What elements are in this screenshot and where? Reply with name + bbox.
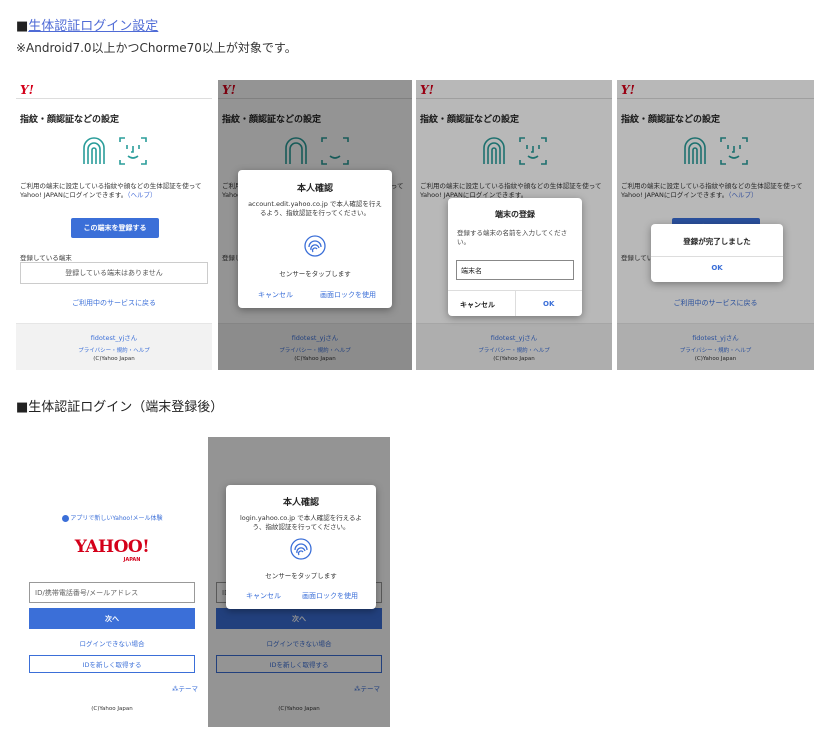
register-dialog: 端末の登録 登録する端末の名前を入力してください。 端末名 キャンセル OK (448, 198, 582, 316)
id-input[interactable]: ID/携帯電話番号/メールアドレス (29, 582, 195, 603)
screen-lock-button[interactable]: 画面ロックを使用 (320, 290, 376, 300)
dialog-title: 端末の登録 (495, 210, 535, 219)
footer-links[interactable]: プライバシー・規約・ヘルプ (16, 346, 212, 354)
dialog-title: 本人確認 (296, 184, 333, 194)
phone-register-screen: Y! 指紋・顔認証などの設定 ご利用の端末に設定している指紋や顔などの生体認証を… (416, 80, 612, 370)
page-title: 指紋・顔認証などの設定 (20, 115, 120, 125)
dialog-button-separator (515, 290, 516, 316)
user-name[interactable]: fidotest_yjさん (16, 332, 212, 342)
fingerprint-icon[interactable] (303, 234, 327, 258)
ok-button[interactable]: OK (651, 264, 783, 272)
dialog-title: 登録が完了しました (683, 237, 751, 246)
description: ご利用の端末に設定している指紋や顔などの生体認証を使ってYahoo! JAPAN… (20, 182, 202, 199)
cancel-button[interactable]: キャンセル (258, 290, 293, 300)
section-heading-biometric-setup: ■生体認証ログイン設定 (16, 15, 158, 34)
new-id-button[interactable]: IDを新しく取得する (29, 655, 195, 673)
dialog-body: account.edit.yahoo.co.jp で本人確認を行えるよう、指紋認… (248, 200, 382, 217)
dialog-button-divider (651, 256, 783, 257)
phone-verify-screen: Y! 指紋・顔認証などの設定 ご利用の端末に設定している指紋や顔などの生体認証を… (218, 80, 412, 370)
help-link[interactable]: （ヘルプ） (127, 191, 156, 199)
yahoo-logo: Y! (20, 83, 34, 97)
fingerprint-icon[interactable] (289, 537, 313, 561)
biometric-icons (83, 137, 147, 165)
promo-link[interactable]: アプリで新しいYahoo!メール体験 (16, 513, 208, 522)
back-to-service-link[interactable]: ご利用中のサービスに戻る (16, 298, 212, 308)
copyright: (C)Yahoo Japan (91, 706, 133, 712)
yahoo-japan-logo: YAHOO! (74, 537, 150, 557)
fingerprint-icon (83, 137, 105, 164)
face-id-icon (119, 137, 147, 165)
biometric-setup-link[interactable]: 生体認証ログイン設定 (28, 19, 158, 34)
screen-lock-button[interactable]: 画面ロックを使用 (302, 591, 358, 601)
cancel-button[interactable]: キャンセル (246, 591, 281, 601)
info-icon (61, 515, 69, 522)
copyright: (C)Yahoo Japan (93, 356, 135, 362)
ok-button[interactable]: OK (543, 300, 554, 308)
phone-login-verify-screen: ID/携帯電話番号/メールアドレス 次へ ログインできない場合 IDを新しく取得… (208, 437, 390, 727)
dialog-body: login.yahoo.co.jp で本人確認を行えるよう、指紋認証を行ってくだ… (239, 514, 363, 531)
registered-devices-label: 登録している端末 (20, 254, 72, 262)
no-device-box: 登録している端末はありません (20, 262, 208, 284)
device-name-input[interactable]: 端末名 (456, 260, 574, 280)
dialog-title: 本人確認 (282, 498, 319, 508)
yahoo-japan-logo-sub: JAPAN (123, 557, 141, 563)
register-device-button[interactable]: この端末を登録する (71, 218, 159, 238)
phone-complete-screen: Y! 指紋・顔認証などの設定 ご利用の端末に設定している指紋や顔などの生体認証を… (617, 80, 814, 370)
sensor-instruction: センサーをタップします (265, 572, 337, 580)
phone-setup-screen: Y! 指紋・顔認証などの設定 ご利用の端末に設定している指紋や顔などの生体認証を… (16, 80, 212, 370)
footer: fidotest_yjさん プライバシー・規約・ヘルプ (C)Yahoo Jap… (16, 323, 212, 370)
sensor-instruction: センサーをタップします (279, 270, 351, 278)
theme-link[interactable]: ⁂テーマ (172, 683, 198, 693)
section-heading-biometric-login: ■生体認証ログイン（端末登録後） (16, 400, 224, 415)
cant-login-link[interactable]: ログインできない場合 (16, 638, 208, 648)
heading-bullet: ■ (16, 19, 29, 34)
requirement-note: ※Android7.0以上かつChorme70以上が対象です。 (16, 41, 297, 55)
verify-dialog: 本人確認 account.edit.yahoo.co.jp で本人確認を行えるよ… (238, 170, 392, 308)
header-divider (16, 98, 212, 99)
next-button[interactable]: 次へ (29, 608, 195, 629)
dialog-body: 登録する端末の名前を入力してください。 (457, 229, 568, 246)
cancel-button[interactable]: キャンセル (460, 300, 495, 310)
complete-dialog: 登録が完了しました OK (651, 224, 783, 282)
phone-login-screen: アプリで新しいYahoo!メール体験 YAHOO! JAPAN ID/携帯電話番… (16, 437, 208, 727)
verify-dialog: 本人確認 login.yahoo.co.jp で本人確認を行えるよう、指紋認証を… (226, 485, 376, 609)
